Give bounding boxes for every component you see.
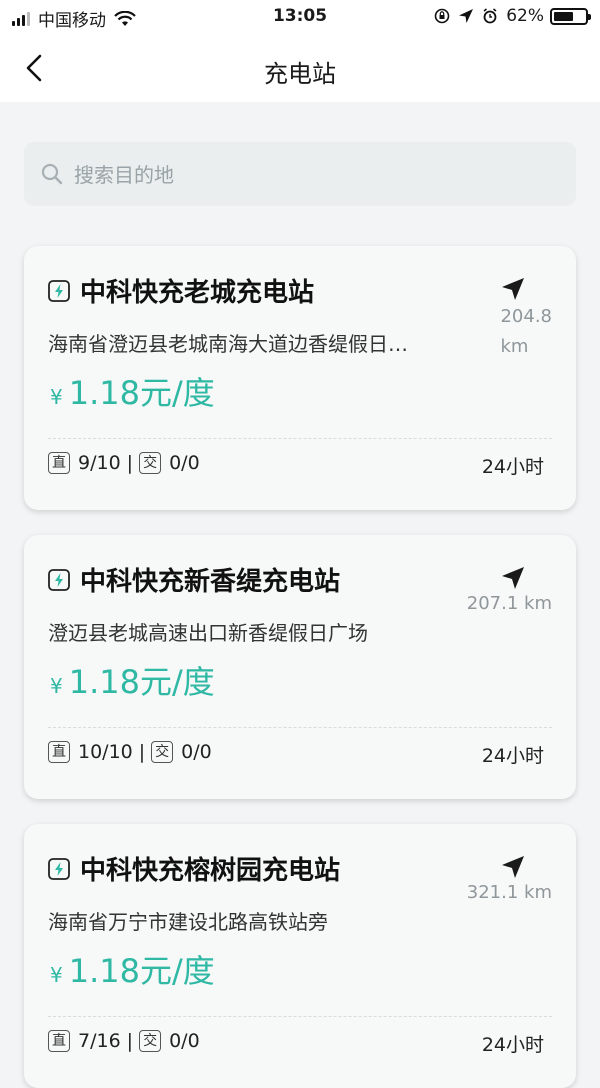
charger-availability: 直 9/10 | 交 0/0 <box>48 452 200 474</box>
price-value: 1.18元/度 <box>68 952 215 990</box>
currency-symbol: ¥ <box>50 385 63 409</box>
ac-count: 0/0 <box>181 741 212 763</box>
battery-fill <box>554 11 573 21</box>
station-price: ¥1.18元/度 <box>50 657 215 703</box>
station-distance: 207.1 km <box>466 593 552 614</box>
station-name: 中科快充老城充电站 <box>80 278 315 308</box>
charger-availability: 直 10/10 | 交 0/0 <box>48 741 212 763</box>
station-distance: 204.8 km <box>500 302 552 362</box>
navigate-arrow-icon[interactable] <box>500 565 526 591</box>
navigate-arrow-icon[interactable] <box>500 854 526 880</box>
dc-tag: 直 <box>48 1030 70 1052</box>
dc-tag: 直 <box>48 452 70 474</box>
charging-bolt-icon <box>48 280 70 302</box>
alarm-icon <box>483 8 497 24</box>
price-value: 1.18元/度 <box>68 663 215 701</box>
battery-percent: 62% <box>506 6 544 26</box>
station-address: 海南省澄迈县老城南海大道边香缇假日… <box>48 332 408 356</box>
dc-tag: 直 <box>48 741 70 763</box>
nav-bar: 充电站 <box>0 34 600 102</box>
distance-unit: km <box>500 336 529 357</box>
search-bar[interactable] <box>24 142 576 206</box>
rotation-lock-icon <box>434 8 450 24</box>
dc-count: 7/16 <box>78 1030 121 1052</box>
status-right: 62% <box>434 6 591 26</box>
price-value: 1.18元/度 <box>68 374 215 412</box>
distance-value: 204.8 <box>500 306 552 327</box>
separator: | <box>126 1030 134 1052</box>
search-icon <box>41 163 63 185</box>
station-card[interactable]: 中科快充榕树园充电站 海南省万宁市建设北路高铁站旁 ¥1.18元/度 321.1… <box>24 824 576 1088</box>
station-name: 中科快充新香缇充电站 <box>80 567 341 597</box>
station-address: 澄迈县老城高速出口新香缇假日广场 <box>48 621 368 645</box>
station-distance: 321.1 km <box>466 882 552 903</box>
station-card[interactable]: 中科快充老城充电站 海南省澄迈县老城南海大道边香缇假日… ¥1.18元/度 20… <box>24 246 576 510</box>
location-arrow-icon <box>459 9 474 23</box>
station-address: 海南省万宁市建设北路高铁站旁 <box>48 910 328 934</box>
station-price: ¥1.18元/度 <box>50 946 215 992</box>
charging-bolt-icon <box>48 569 70 591</box>
opening-hours: 24小时 <box>481 456 544 478</box>
ac-tag: 交 <box>151 741 174 763</box>
ac-tag: 交 <box>139 452 162 474</box>
dc-count: 10/10 <box>78 741 133 763</box>
charger-availability: 直 7/16 | 交 0/0 <box>48 1030 200 1052</box>
ac-count: 0/0 <box>169 452 200 474</box>
card-divider <box>48 727 552 728</box>
page-title: 充电站 <box>264 60 336 88</box>
station-price: ¥1.18元/度 <box>50 368 215 414</box>
currency-symbol: ¥ <box>50 963 63 987</box>
card-divider <box>48 438 552 439</box>
charging-bolt-icon <box>48 858 70 880</box>
currency-symbol: ¥ <box>50 674 63 698</box>
ac-tag: 交 <box>139 1030 162 1052</box>
battery-icon <box>550 7 591 25</box>
navigate-arrow-icon[interactable] <box>500 276 526 302</box>
ac-count: 0/0 <box>169 1030 200 1052</box>
station-name: 中科快充榕树园充电站 <box>80 856 341 886</box>
separator: | <box>138 741 146 763</box>
status-bar: 中国移动 13:05 62% <box>0 0 600 34</box>
opening-hours: 24小时 <box>481 1034 544 1056</box>
search-input[interactable] <box>72 158 556 192</box>
dc-count: 9/10 <box>78 452 121 474</box>
opening-hours: 24小时 <box>481 745 544 767</box>
card-divider <box>48 1016 552 1017</box>
station-card[interactable]: 中科快充新香缇充电站 澄迈县老城高速出口新香缇假日广场 ¥1.18元/度 207… <box>24 535 576 799</box>
separator: | <box>126 452 134 474</box>
